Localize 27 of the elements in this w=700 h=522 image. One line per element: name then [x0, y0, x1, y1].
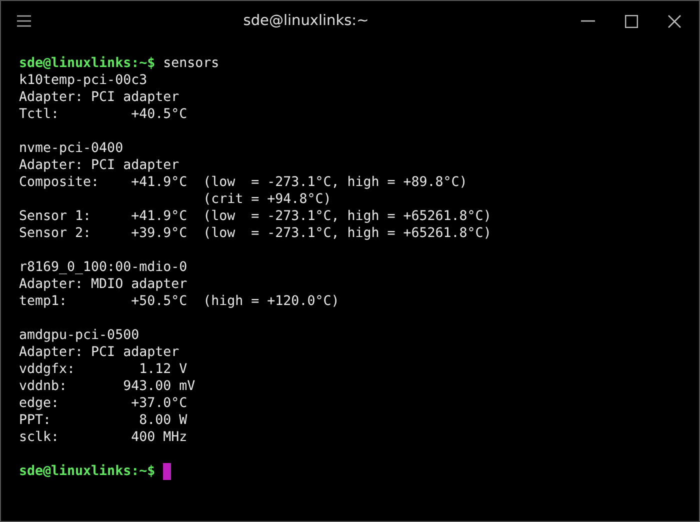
output-line: vddnb: 943.00 mV — [19, 378, 196, 395]
output-line: r8169_0_100:00-mdio-0 — [19, 259, 188, 276]
output-line: Sensor 2: +39.9°C (low = -273.1°C, high = +65261.8°C) — [19, 225, 492, 242]
command-text: sensors — [163, 55, 220, 72]
shell-prompt: sde@linuxlinks:~$ — [19, 55, 156, 72]
output-line: k10temp-pci-00c3 — [19, 72, 148, 89]
output-line: nvme-pci-0400 — [19, 140, 124, 157]
output-line: sclk: 400 MHz — [19, 429, 188, 446]
output-line: temp1: +50.5°C (high = +120.0°C) — [19, 293, 340, 310]
output-line: Adapter: PCI adapter — [19, 344, 180, 361]
output-line: edge: +37.0°C — [19, 395, 188, 412]
output-line: amdgpu-pci-0500 — [19, 327, 140, 344]
shell-prompt: sde@linuxlinks:~$ — [19, 463, 156, 480]
output-line: Adapter: PCI adapter — [19, 89, 180, 106]
output-line: Sensor 1: +41.9°C (low = -273.1°C, high = +65261.8°C) — [19, 208, 492, 225]
output-line: Tctl: +40.5°C — [19, 106, 188, 123]
output-line: Adapter: MDIO adapter — [19, 276, 188, 293]
output-line: PPT: 8.00 W — [19, 412, 188, 429]
output-line: Adapter: PCI adapter — [19, 157, 180, 174]
minimize-icon[interactable] — [581, 20, 595, 22]
menu-icon[interactable] — [17, 15, 31, 27]
maximize-icon[interactable] — [625, 14, 638, 28]
output-line: vddgfx: 1.12 V — [19, 361, 188, 378]
output-line: Composite: +41.9°C (low = -273.1°C, high = +89.8°C) — [19, 174, 468, 191]
window-title: sde@linuxlinks:~ — [242, 13, 370, 29]
close-icon[interactable] — [668, 14, 681, 28]
output-line: (crit = +94.8°C) — [202, 191, 332, 208]
